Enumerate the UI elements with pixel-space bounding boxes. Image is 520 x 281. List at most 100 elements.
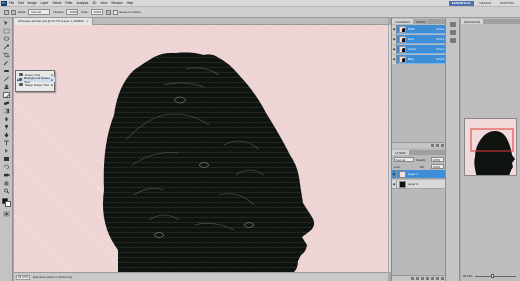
adjustment-icon[interactable] [426, 277, 429, 280]
lasso-icon[interactable] [3, 36, 10, 42]
flow-field[interactable]: 100% [90, 9, 103, 15]
path-select-icon[interactable] [3, 148, 10, 154]
channel-row-green[interactable]: ◉ Green Ctrl+4 [392, 44, 446, 54]
visibility-eye-icon[interactable]: ◉ [392, 44, 397, 54]
menu-layer[interactable]: Layer [41, 1, 49, 5]
erase-history-checkbox[interactable] [112, 9, 118, 15]
navigator-zoom-controls: 66.67% [463, 273, 518, 279]
visibility-eye-icon[interactable]: ◉ [392, 34, 397, 44]
type-icon[interactable] [3, 140, 10, 146]
channel-row-rgb[interactable]: ◉ RGB Ctrl+2 [392, 24, 446, 34]
3d-camera-icon[interactable] [3, 172, 10, 178]
menu-analysis[interactable]: Analysis [76, 1, 88, 5]
visibility-eye-icon[interactable]: ◉ [392, 24, 397, 34]
flyout-item-label: Magic Eraser Tool [25, 82, 49, 87]
new-channel-icon[interactable] [436, 144, 439, 147]
tab-paths[interactable]: PATHS [413, 19, 429, 24]
move-icon[interactable] [3, 20, 10, 26]
zoom-icon[interactable] [3, 188, 10, 194]
opacity-field[interactable]: 100% [66, 9, 79, 15]
actions-panel-icon[interactable] [450, 30, 456, 35]
blend-mode-select[interactable]: Normal [394, 157, 414, 162]
layer-opacity-field[interactable]: 100% [431, 157, 444, 162]
menu-help[interactable]: Help [127, 1, 134, 5]
flyout-item-shortcut: E [50, 77, 53, 82]
workspace-painting[interactable]: PAINTING [497, 1, 517, 6]
quick-select-icon[interactable] [3, 44, 10, 50]
background-color-swatch[interactable] [5, 201, 11, 207]
eyedropper-icon[interactable] [3, 60, 10, 66]
flyout-item-shortcut: E [50, 82, 53, 87]
clone-stamp-icon[interactable] [3, 84, 10, 90]
healing-icon[interactable] [3, 68, 10, 74]
flyout-item-magic-eraser[interactable]: Magic Eraser Tool E [17, 82, 55, 87]
marquee-icon[interactable] [3, 28, 10, 34]
trash-icon[interactable] [441, 144, 444, 147]
channel-shortcut: Ctrl+4 [435, 47, 444, 51]
menu-window[interactable]: Window [111, 1, 122, 5]
dodge-icon[interactable] [3, 124, 10, 130]
menu-image[interactable]: Image [28, 1, 37, 5]
menu-edit[interactable]: Edit [18, 1, 24, 5]
layer-row[interactable]: ◉ Layer 1 [392, 169, 446, 179]
pen-icon[interactable] [3, 132, 10, 138]
navigator-thumbnail[interactable] [464, 118, 517, 176]
fx-icon[interactable] [416, 277, 419, 280]
hand-icon[interactable] [3, 180, 10, 186]
navigator-zoom-slider[interactable] [474, 274, 516, 278]
folder-icon[interactable] [431, 277, 434, 280]
channel-thumbnail [399, 35, 406, 43]
brush-icon[interactable] [3, 76, 10, 82]
zoom-field[interactable]: 66.67% [16, 274, 30, 280]
lock-label: Lock: [394, 165, 401, 169]
channel-thumbnail [399, 55, 406, 63]
history-panel-icon[interactable] [450, 22, 456, 27]
link-icon[interactable] [411, 277, 414, 280]
menu-view[interactable]: View [100, 1, 107, 5]
tab-navigator[interactable]: NAVIGATOR [461, 19, 484, 24]
layer-thumbnail [399, 170, 406, 178]
airbrush-toggle[interactable] [105, 9, 111, 15]
workspace-design[interactable]: DESIGN [477, 1, 495, 6]
mode-select[interactable]: Normal [28, 9, 51, 15]
swatches-panel-icon[interactable] [450, 38, 456, 43]
channel-label: Green [408, 47, 417, 51]
blur-icon[interactable] [3, 116, 10, 122]
layer-name: Layer 0 [408, 182, 419, 186]
channel-row-red[interactable]: ◉ Red Ctrl+3 [392, 34, 446, 44]
eraser-icon[interactable] [3, 100, 10, 106]
document-canvas[interactable] [14, 25, 388, 272]
menu-file[interactable]: File [9, 1, 14, 5]
background-eraser-icon [18, 78, 23, 81]
visibility-eye-icon[interactable]: ◉ [392, 179, 397, 189]
mask-icon[interactable] [421, 277, 424, 280]
gradient-icon[interactable] [3, 108, 10, 114]
document-tab-bar: silhouette-portrait.psd @ 66.7% (Layer 1… [14, 17, 388, 25]
close-tab-icon[interactable]: × [87, 19, 89, 23]
layer-row[interactable]: ◉ Layer 0 [392, 179, 446, 189]
trash-icon[interactable] [441, 277, 444, 280]
load-selection-icon[interactable] [431, 144, 434, 147]
tab-layers[interactable]: LAYERS [392, 150, 409, 155]
3d-rotate-icon[interactable] [3, 164, 10, 170]
shape-icon[interactable] [3, 156, 10, 162]
fill-field[interactable]: 100% [431, 164, 444, 169]
zoom-slider-knob[interactable] [491, 274, 495, 278]
crop-icon[interactable] [3, 52, 10, 58]
menu-3d[interactable]: 3D [92, 1, 96, 5]
new-layer-icon[interactable] [436, 277, 439, 280]
history-brush-icon[interactable] [3, 92, 10, 99]
channel-shortcut: Ctrl+3 [435, 37, 444, 41]
brush-preset-picker[interactable] [11, 9, 16, 15]
layers-panel-footer [392, 275, 446, 281]
tab-channels[interactable]: CHANNELS [392, 19, 414, 24]
quick-mask-icon[interactable] [3, 211, 10, 217]
menu-filter[interactable]: Filter [65, 1, 72, 5]
tool-preset-picker[interactable] [4, 9, 9, 15]
visibility-eye-icon[interactable]: ◉ [392, 169, 397, 179]
visibility-eye-icon[interactable]: ◉ [392, 54, 397, 64]
document-tab[interactable]: silhouette-portrait.psd @ 66.7% (Layer 1… [14, 17, 94, 25]
menu-select[interactable]: Select [52, 1, 61, 5]
channel-row-blue[interactable]: ◉ Blue Ctrl+5 [392, 54, 446, 64]
workspace-essentials[interactable]: ESSENTIALS [448, 0, 474, 6]
